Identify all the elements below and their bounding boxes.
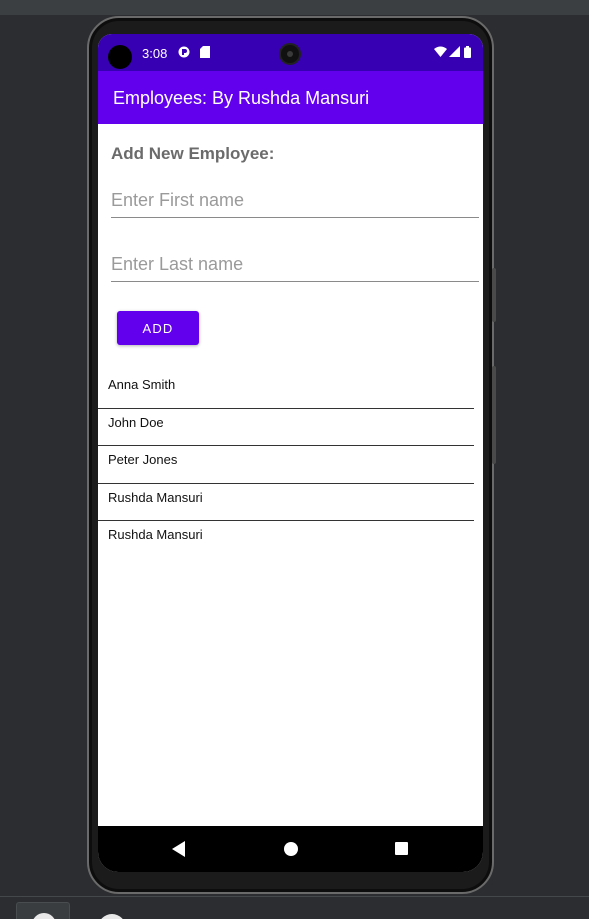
first-name-input[interactable] — [111, 184, 479, 218]
camera-cutout — [108, 45, 132, 69]
recents-icon[interactable] — [395, 842, 408, 855]
add-button[interactable]: ADD — [117, 311, 199, 345]
ide-bottom-bar — [0, 896, 589, 919]
device-screen: 3:08 Employees: By Rushda Mansuri Add Ne… — [98, 34, 483, 872]
android-icon — [178, 46, 190, 62]
volume-button — [492, 268, 496, 322]
employee-list: Anna Smith John Doe Peter Jones Rushda M… — [98, 371, 474, 559]
form-heading: Add New Employee: — [111, 144, 275, 163]
last-name-input[interactable] — [111, 248, 479, 282]
employee-name: John Doe — [108, 414, 164, 430]
emulator-tool-button[interactable] — [16, 902, 70, 919]
sd-card-icon — [200, 46, 210, 62]
home-icon[interactable] — [284, 842, 298, 856]
status-time: 3:08 — [142, 46, 168, 61]
employee-name: Rushda Mansuri — [108, 489, 203, 505]
app-bar: Employees: By Rushda Mansuri — [98, 71, 483, 124]
circle-icon — [32, 913, 56, 919]
status-bar: 3:08 — [98, 34, 483, 71]
employee-name: Anna Smith — [108, 377, 176, 392]
list-item[interactable]: John Doe — [98, 409, 474, 446]
list-item[interactable]: Rushda Mansuri — [98, 521, 474, 559]
list-item[interactable]: Peter Jones — [98, 446, 474, 484]
back-icon[interactable] — [172, 841, 185, 857]
employee-name: Peter Jones — [108, 452, 178, 467]
app-title: Employees: By Rushda Mansuri — [113, 88, 370, 108]
ide-top-bar — [0, 0, 589, 15]
list-item[interactable]: Anna Smith — [98, 371, 474, 409]
list-item[interactable]: Rushda Mansuri — [98, 484, 474, 521]
battery-icon — [464, 46, 471, 62]
employee-name: Rushda Mansuri — [108, 527, 203, 542]
wifi-icon — [434, 46, 447, 61]
navigation-bar — [98, 826, 483, 872]
power-button — [492, 366, 496, 464]
signal-icon — [449, 46, 460, 61]
front-camera — [279, 43, 301, 65]
